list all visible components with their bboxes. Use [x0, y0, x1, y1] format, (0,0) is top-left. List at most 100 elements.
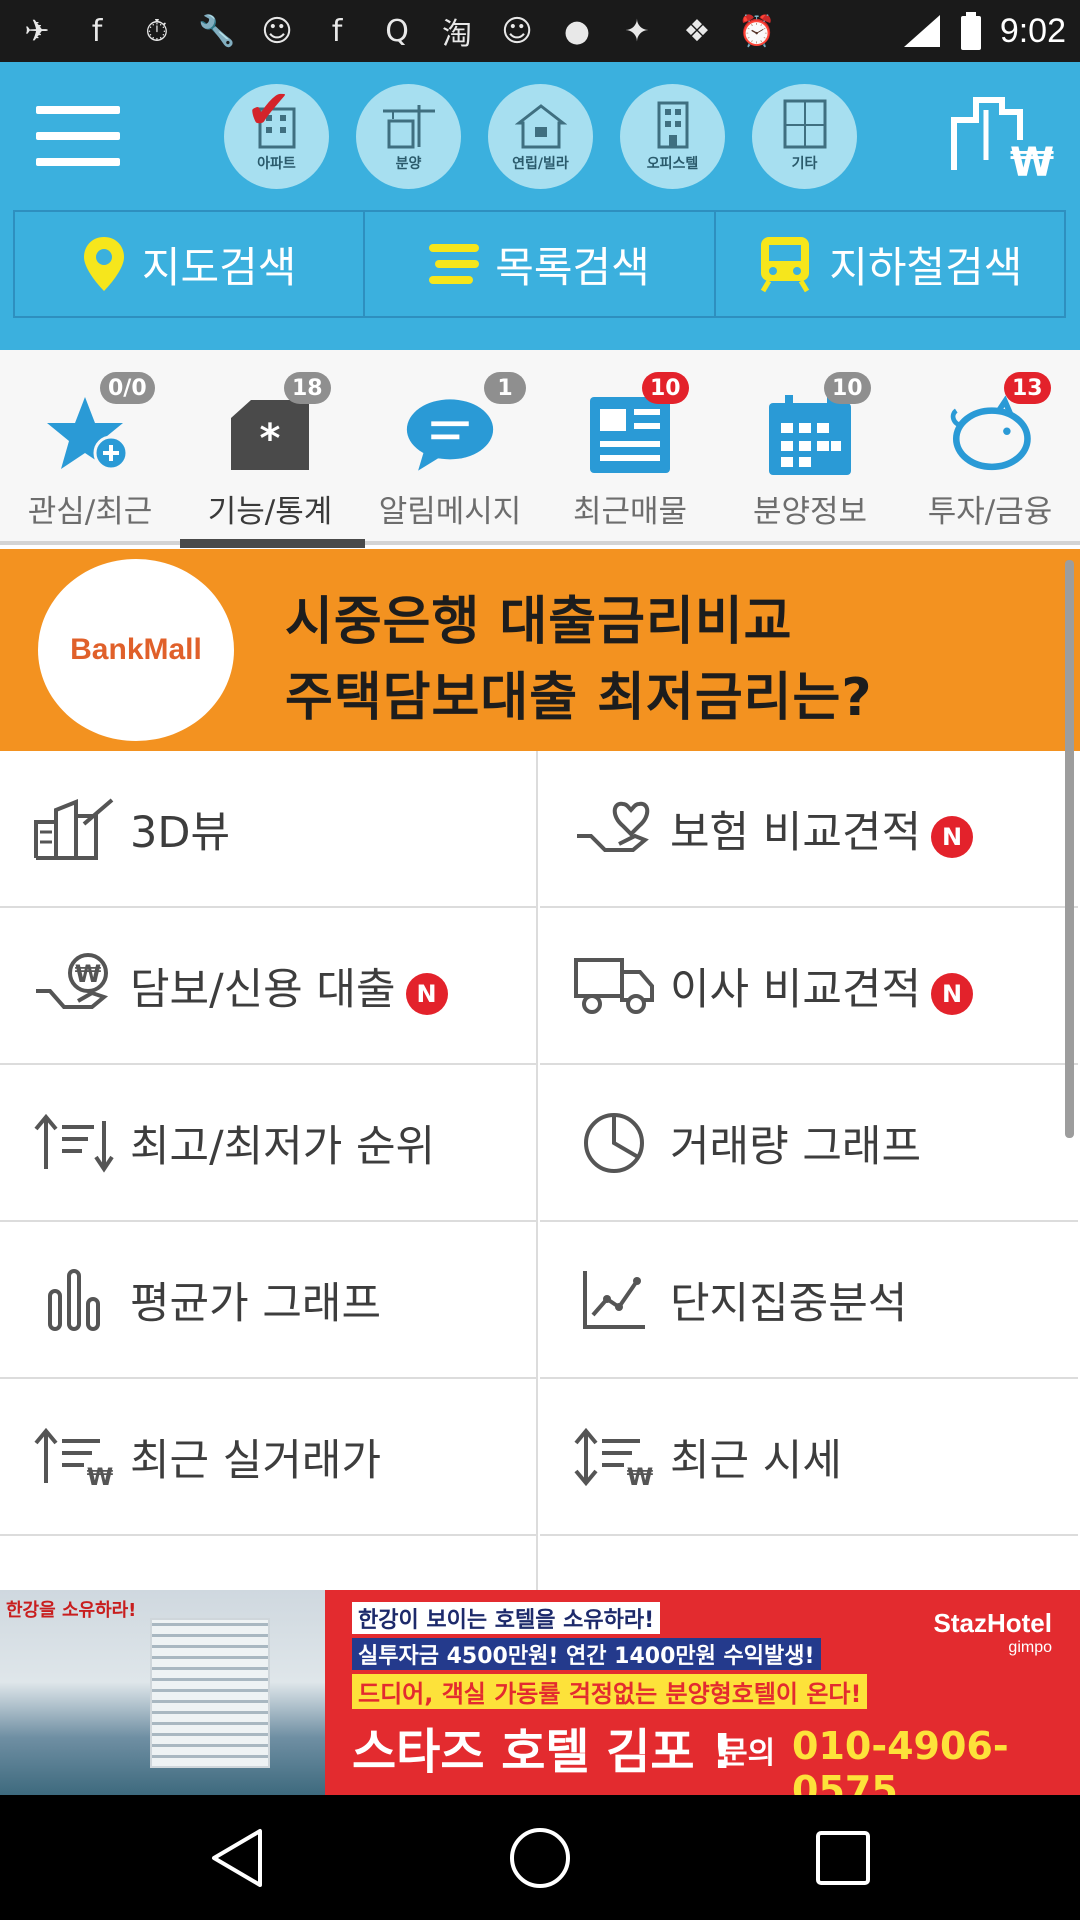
menu-item-label: 최근 실거래가	[130, 1435, 382, 1486]
menu-item-loan[interactable]: ₩ 담보/신용 대출 N	[0, 908, 538, 1065]
category-officetel[interactable]: 오피스텔	[620, 84, 725, 189]
tab-label: 지도검색	[141, 242, 297, 292]
heart-hand-icon	[577, 801, 650, 852]
newspaper-icon	[590, 397, 670, 473]
tab-investment-finance[interactable]: 13 투자/금융	[900, 350, 1080, 545]
svg-text:*: *	[260, 416, 281, 462]
loan-banner[interactable]: BankMall 시중은행 대출금리비교 주택담보대출 최저금리는?	[0, 549, 1080, 751]
category-label: 아파트	[257, 156, 296, 172]
bankmall-logo: BankMall	[38, 559, 234, 741]
notification-icons: ✈ f ⏱ 🔧 ☺ f Q 淘 ☺ ● ✦ ❖ ⏰	[14, 6, 780, 56]
bar-chart-icon	[48, 1268, 100, 1331]
search-tabs: 지도검색 목록검색 지하철검색	[13, 210, 1066, 318]
svg-text:₩: ₩	[87, 1463, 114, 1487]
new-badge: N	[931, 815, 974, 858]
tab-notifications[interactable]: 1 알림메시지	[360, 350, 540, 545]
category-label: 기타	[791, 156, 818, 172]
menu-item-partial[interactable]	[0, 1536, 538, 1590]
tab-label: 관심/최근	[27, 494, 153, 530]
3d-buildings-icon	[34, 797, 114, 860]
tab-label: 지하철검색	[829, 242, 1023, 292]
checkmark-icon: ✔	[246, 78, 292, 141]
menu-item-average-graph[interactable]: 평균가 그래프	[0, 1222, 538, 1379]
category-other[interactable]: 기타	[752, 84, 857, 189]
timer-icon: ⏱	[145, 13, 169, 49]
hotel-building-image	[150, 1618, 270, 1768]
menu-item-label: 단지집중분석	[670, 1278, 908, 1329]
won-hand-icon: ₩	[36, 952, 109, 1009]
map-pin-icon	[83, 237, 124, 291]
folder-asterisk-icon: *	[231, 400, 309, 470]
recents-icon[interactable]	[810, 1825, 876, 1891]
signal-icon	[903, 15, 940, 47]
taobao-icon: 淘	[442, 17, 472, 52]
menu-item-3d-view[interactable]: 3D뷰	[0, 751, 538, 908]
category-apartment[interactable]: 아파트 ✔	[224, 78, 329, 189]
menu-item-moving-quote[interactable]: 이사 비교견적 N	[540, 908, 1078, 1065]
menu-item-label: 보험 비교견적	[670, 807, 922, 858]
list-icon	[429, 244, 480, 284]
line-chart-icon	[583, 1270, 645, 1329]
home-icon[interactable]	[507, 1825, 573, 1891]
menu-item-partial[interactable]	[540, 1536, 1078, 1590]
ad-line-4: 스타즈 호텔 김포 !	[352, 1724, 734, 1780]
ad-brand-sub: gimpo	[1008, 1639, 1052, 1656]
ad-contact-label: 문의	[720, 1736, 776, 1771]
piggy-bank-icon	[950, 395, 1031, 471]
menu-item-label: 최근 시세	[670, 1435, 842, 1486]
hotel-ad-banner[interactable]: 한강을 소유하라! 한강이 보이는 호텔을 소유하라! 실투자금 4500만원!…	[0, 1590, 1080, 1795]
office-building-icon	[657, 101, 688, 149]
menu-item-label: 담보/신용 대출	[130, 964, 396, 1015]
other-building-icon	[783, 99, 826, 149]
tab-favorites-recent[interactable]: 0/0 관심/최근	[0, 350, 180, 545]
updown-won-icon: ₩	[574, 1427, 654, 1487]
new-badge: N	[931, 972, 974, 1015]
sort-arrows-icon	[34, 1113, 114, 1173]
star-plus-icon	[47, 397, 129, 471]
menu-item-recent-transactions[interactable]: ₩ 최근 실거래가	[0, 1379, 538, 1536]
count-badge: 13	[1004, 372, 1051, 404]
menu-item-price-ranking[interactable]: 최고/최저가 순위	[0, 1065, 538, 1222]
menu-item-volume-graph[interactable]: 거래량 그래프	[540, 1065, 1078, 1222]
tab-list-search[interactable]: 목록검색	[365, 212, 716, 316]
active-tab-indicator	[180, 539, 365, 548]
menu-item-insurance-quote[interactable]: 보험 비교견적 N	[540, 751, 1078, 908]
back-icon[interactable]	[204, 1825, 270, 1891]
smiley-icon: ☺	[261, 13, 293, 49]
new-badge: N	[405, 972, 448, 1015]
fake-gps-icon: ✦	[624, 13, 650, 49]
facebook-icon: f	[91, 13, 103, 49]
tab-subway-search[interactable]: 지하철검색	[716, 212, 1064, 316]
facebook-icon: f	[331, 13, 343, 49]
subway-icon	[761, 237, 810, 293]
app-screen: ✈ f ⏱ 🔧 ☺ f Q 淘 ☺ ● ✦ ❖ ⏰ 9:02 아파트 ✔ 분양 …	[0, 0, 1080, 1920]
tab-recent-listings[interactable]: 10 최근매물	[540, 350, 720, 545]
building-price-icon[interactable]: ₩	[946, 90, 1056, 180]
menu-icon[interactable]	[36, 106, 120, 178]
count-badge: 10	[824, 372, 871, 404]
pie-chart-icon	[584, 1112, 644, 1173]
chat-bubbles-icon: ✈	[24, 13, 50, 49]
menu-item-label: 이사 비교견적	[670, 964, 922, 1015]
menu-item-complex-analysis[interactable]: 단지집중분석	[540, 1222, 1078, 1379]
tab-presale-info[interactable]: 10 분양정보	[720, 350, 900, 545]
status-right: 9:02	[902, 6, 1066, 56]
menu-item-recent-market-price[interactable]: ₩ 최근 시세	[540, 1379, 1078, 1536]
top-header: 아파트 ✔ 분양 연립/빌라 오피스텔 기타 ₩ 지도검색 목록검색 지하철검색	[0, 62, 1080, 350]
svg-text:₩: ₩	[75, 960, 102, 988]
count-badge: 1	[484, 372, 526, 404]
tab-label: 기능/통계	[207, 494, 333, 530]
category-presale[interactable]: 분양	[356, 84, 461, 189]
tab-label: 분양정보	[752, 494, 868, 530]
calendar-icon	[769, 395, 851, 475]
tab-functions-stats[interactable]: 18 * 기능/통계	[180, 350, 360, 545]
menu-item-label: 평균가 그래프	[130, 1278, 382, 1329]
ad-line-1: 한강이 보이는 호텔을 소유하라!	[352, 1602, 661, 1634]
category-villa[interactable]: 연립/빌라	[488, 84, 593, 189]
banner-line-2: 주택담보대출 최저금리는?	[285, 668, 873, 728]
qt-icon: Q	[385, 13, 409, 49]
category-label: 연립/빌라	[512, 156, 569, 172]
tab-map-search[interactable]: 지도검색	[15, 212, 366, 316]
scrollbar[interactable]	[1065, 560, 1074, 1138]
ad-tagline: 한강을 소유하라!	[6, 1600, 137, 1621]
